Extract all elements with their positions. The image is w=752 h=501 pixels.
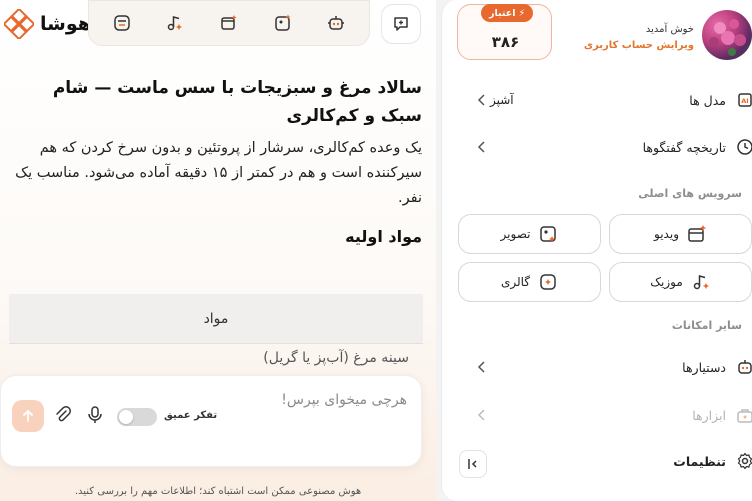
service-image-button[interactable]: تصویر [458,214,601,254]
avatar-flower-image [709,19,746,56]
deep-think-label: تفکر عمیق [164,410,218,421]
robot-icon [328,16,345,30]
music-icon [693,275,709,290]
credit-value: ۳۸۶ [491,33,520,51]
music-tool-button[interactable] [160,8,190,38]
assistants-label: دستیارها [682,359,726,375]
image-sparkle-icon [274,14,290,31]
service-image-label: تصویر [500,227,531,241]
logo-icon [4,9,34,39]
toolbox-icon [734,406,752,424]
avatar[interactable] [702,10,752,60]
recipe-intro: یک وعده کم‌کالری، سرشار از پروتئین و بدو… [15,140,422,206]
edit-account-link[interactable]: ویرایش حساب کاربری [584,40,694,51]
sidebar-item-assistants[interactable]: دستیارها [474,352,752,382]
tool-bar [88,0,370,46]
ingredients-table-header: مواد [9,294,423,344]
deep-think-toggle[interactable] [117,408,157,426]
gear-icon [734,452,752,470]
voice-input-button[interactable] [87,406,103,428]
recipe-title: سالاد مرغ و سبزیجات با سس ماست — شام سبک… [52,78,422,126]
message-input[interactable] [27,392,407,408]
collapse-sidebar-button[interactable] [459,450,487,478]
sidebar-item-history[interactable]: تاریخچه گفتگوها [474,132,752,162]
sidebar-item-settings[interactable]: تنظیمات [474,446,752,476]
ingredients-table-row: سینه مرغ (آب‌پز یا گریل) [263,350,409,366]
image-icon [540,226,557,242]
service-music-label: موزیک [650,275,683,289]
sidebar: خوش آمدید ویرایش حساب کاربری ⚡ اعتبار ۳۸… [441,0,752,501]
service-music-button[interactable]: موزیک [609,262,752,302]
welcome-text: خوش آمدید [645,24,694,35]
assistant-tool-button[interactable] [321,8,351,38]
models-value: آشپز [490,93,514,107]
toggle-knob [119,410,133,424]
clock-icon [734,138,752,156]
collapse-panel-icon [468,459,477,469]
response-article: سالاد مرغ و سبزیجات با سس ماست — شام سبک… [0,74,436,246]
attach-button[interactable] [54,406,72,428]
video-icon [688,225,706,242]
credit-box[interactable]: ⚡ اعتبار ۳۸۶ [457,4,552,60]
chevron-left-icon [477,409,485,421]
brand-name: هوشا [40,13,91,35]
paperclip-icon [56,406,71,422]
image-tool-button[interactable] [268,8,298,38]
gallery-icon [540,274,556,290]
brand-logo[interactable]: هوشا [4,4,91,44]
sidebar-item-tools[interactable]: ابزارها [474,400,752,430]
svg-text:AI: AI [741,97,748,105]
service-gallery-button[interactable]: گالری [458,262,601,302]
tools-label: ابزارها [692,407,726,423]
arrow-up-icon [23,410,33,422]
credit-label: اعتبار [489,7,516,19]
lightning-icon: ⚡ [518,7,526,19]
new-chat-button[interactable] [381,4,421,44]
gallery-icon [114,15,130,31]
gallery-tool-button[interactable] [107,8,137,38]
service-video-button[interactable]: ویدیو [609,214,752,254]
send-button[interactable] [12,400,44,432]
microphone-icon [88,406,102,423]
models-label: مدل ها [689,92,726,108]
chat-area: هوشا سالاد مرغ و سبزیجات با سس ماست — شا… [0,0,436,501]
video-sparkle-icon [221,15,237,30]
ai-disclaimer: هوش مصنوعی ممکن است اشتباه کند؛ اطلاعات … [74,486,362,497]
settings-label: تنظیمات [673,453,726,469]
sidebar-item-models[interactable]: AI مدل ها آشپز [474,85,752,115]
history-label: تاریخچه گفتگوها [642,139,726,155]
chevron-left-icon [477,94,485,106]
main-services-title: سرویس های اصلی [638,187,742,200]
chevron-left-icon [477,141,485,153]
music-sparkle-icon [168,16,183,31]
robot-icon [734,358,752,376]
message-composer: تفکر عمیق [0,375,422,467]
video-tool-button[interactable] [214,8,244,38]
service-video-label: ویدیو [654,227,679,241]
ai-chip-icon: AI [734,91,752,109]
other-features-title: سایر امکانات [671,319,742,332]
chevron-left-icon [477,361,485,373]
credit-badge: ⚡ اعتبار [481,4,534,22]
service-gallery-label: گالری [500,275,531,289]
ingredients-heading: مواد اولیه [345,227,422,246]
new-chat-icon [394,17,408,31]
